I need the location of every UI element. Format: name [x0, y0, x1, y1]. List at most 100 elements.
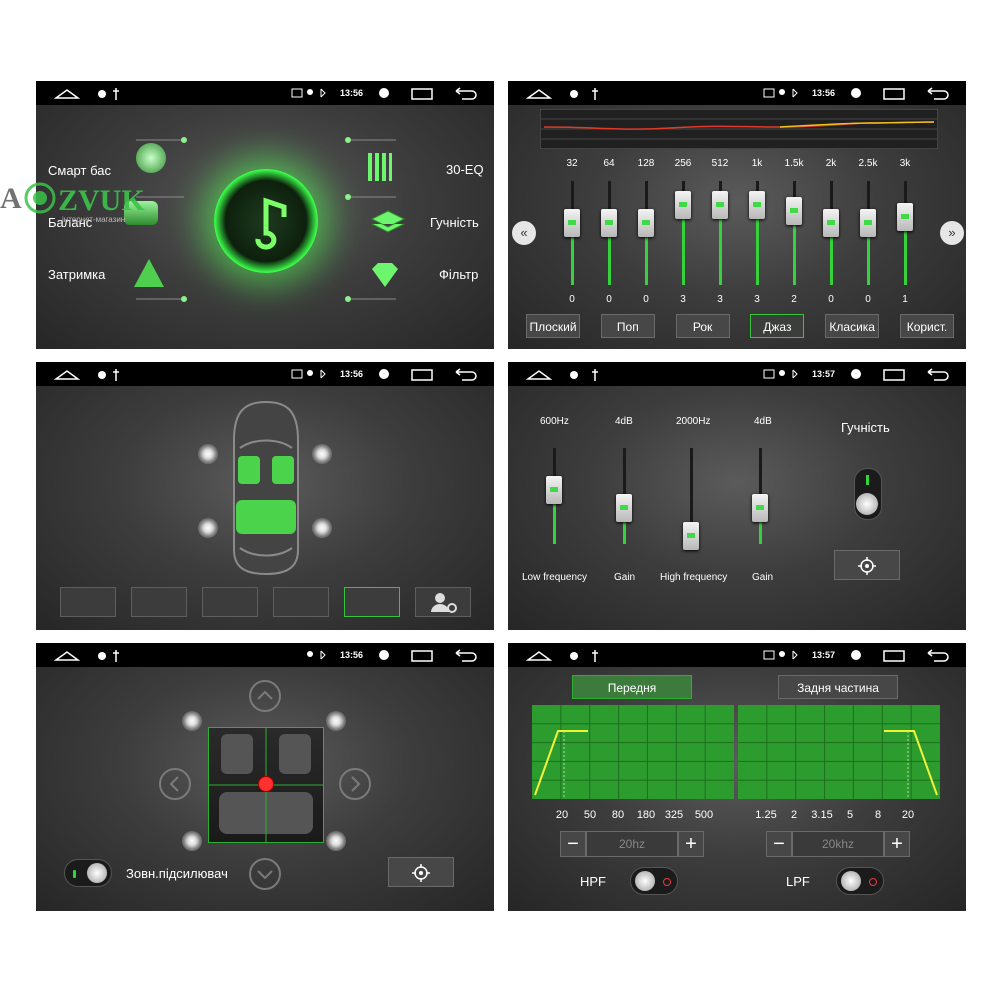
volume-layers-icon[interactable]: [370, 209, 406, 235]
status-bar: 13:56: [508, 81, 966, 105]
lpf-graph[interactable]: [738, 705, 940, 799]
zone-button-rear-left[interactable]: [202, 587, 258, 617]
status-icons: [525, 368, 949, 381]
hpf-plus-button[interactable]: +: [678, 831, 704, 857]
eq-band-slider[interactable]: [786, 197, 802, 225]
eq-band-value: 3: [680, 294, 686, 305]
eq-preset-button[interactable]: Поп: [600, 314, 655, 338]
high-freq-label: High frequency: [660, 572, 728, 583]
volume-title: Гучність: [841, 420, 890, 435]
clock: 13:56: [812, 88, 836, 98]
volume-indicator: [866, 475, 869, 485]
menu-30-eq[interactable]: 30-EQ: [446, 162, 484, 177]
high-gain-slider[interactable]: [752, 494, 768, 522]
eq-band-slider[interactable]: [897, 203, 913, 231]
speaker-rear-left[interactable]: [198, 518, 218, 538]
filter-diamond-icon[interactable]: [368, 261, 402, 289]
eq-band-slider[interactable]: [638, 209, 654, 237]
reset-target-button[interactable]: [834, 550, 900, 580]
toggle-off-indicator: [869, 878, 877, 886]
menu-delay[interactable]: Затримка: [48, 267, 105, 282]
fader-position-dot[interactable]: [258, 776, 274, 792]
speaker-front-right[interactable]: [312, 444, 332, 464]
svg-text:A: A: [0, 182, 22, 215]
eq-preset-button[interactable]: Джаз: [750, 314, 805, 338]
amplifier-label: Зовн.підсилювач: [126, 866, 228, 881]
lpf-minus-button[interactable]: −: [766, 831, 792, 857]
toggle-knob: [635, 871, 655, 891]
volume-knob[interactable]: [854, 468, 882, 520]
eq-bars-icon[interactable]: [368, 153, 392, 181]
status-icons: [525, 649, 949, 662]
speaker-rear-right: [326, 831, 346, 851]
panel-equalizer: 13:56 32 0 64 0 128 0 256 3 512 3 1k 3 1.5k 2 2k 0 2.5k 0…: [508, 81, 966, 349]
svg-text:ZVUK: ZVUK: [58, 184, 145, 217]
eq-preset-button[interactable]: Класика: [825, 314, 880, 338]
tab-rear[interactable]: Задня частина: [778, 675, 898, 699]
eq-band-slider[interactable]: [860, 209, 876, 237]
speaker-front-left: [182, 711, 202, 731]
frequency-tick-label: 20: [555, 809, 569, 821]
tab-front[interactable]: Передня: [572, 675, 692, 699]
hpf-toggle[interactable]: [630, 867, 678, 895]
target-icon: [412, 864, 430, 882]
zone-button-front-right[interactable]: [131, 587, 187, 617]
eq-freq-label: 512: [711, 158, 729, 169]
fader-up-arrow[interactable]: [248, 679, 282, 713]
status-bar: 13:56: [36, 643, 494, 667]
hpf-minus-button[interactable]: −: [560, 831, 586, 857]
eq-freq-label: 2.5k: [858, 158, 878, 169]
status-icons: [525, 87, 949, 100]
clock: 13:57: [812, 650, 836, 660]
eq-band-slider[interactable]: [675, 191, 691, 219]
frequency-tick-label: 180: [636, 809, 656, 821]
clock: 13:57: [812, 369, 836, 379]
lpf-plus-button[interactable]: +: [884, 831, 910, 857]
zone-button-front-left[interactable]: [60, 587, 116, 617]
clock: 13:56: [340, 369, 364, 379]
high-freq-slider[interactable]: [683, 522, 699, 550]
speaker-rear-right[interactable]: [312, 518, 332, 538]
eq-band-value: 0: [865, 294, 871, 305]
high-gain-value: 4dB: [754, 416, 772, 427]
eq-preset-button[interactable]: Плоский: [526, 314, 580, 338]
zone-button-custom[interactable]: [415, 587, 471, 617]
zone-button-all[interactable]: [344, 587, 400, 617]
frequency-tick-label: 50: [583, 809, 597, 821]
eq-band-slider[interactable]: [823, 209, 839, 237]
delay-pyramid-icon[interactable]: [132, 257, 166, 289]
reset-target-button[interactable]: [388, 857, 454, 887]
low-gain-slider[interactable]: [616, 494, 632, 522]
eq-freq-label: 128: [637, 158, 655, 169]
hpf-graph[interactable]: [532, 705, 734, 799]
lpf-toggle[interactable]: [836, 867, 884, 895]
eq-next-arrow[interactable]: »: [940, 221, 964, 245]
music-center-icon[interactable]: [214, 169, 318, 273]
menu-smart-bass[interactable]: Смарт бас: [48, 163, 111, 178]
menu-filter[interactable]: Фільтр: [439, 267, 478, 282]
panel-bass-treble: 13:57 600Hz 4dB 2000Hz 4dB Low frequency…: [508, 362, 966, 630]
eq-preset-button[interactable]: Корист.: [900, 314, 954, 338]
eq-prev-arrow[interactable]: «: [512, 221, 536, 245]
menu-volume[interactable]: Гучність: [430, 215, 479, 230]
balance-right-arrow[interactable]: [338, 767, 372, 801]
eq-band-slider[interactable]: [712, 191, 728, 219]
amplifier-toggle[interactable]: [64, 859, 112, 887]
eq-freq-label: 32: [566, 158, 578, 169]
eq-preset-button[interactable]: Рок: [675, 314, 730, 338]
eq-band-slider[interactable]: [601, 209, 617, 237]
low-freq-slider[interactable]: [546, 476, 562, 504]
clock: 13:56: [340, 650, 364, 660]
eq-band-slider[interactable]: [564, 209, 580, 237]
zone-button-rear-right[interactable]: [273, 587, 329, 617]
speaker-front-left[interactable]: [198, 444, 218, 464]
low-gain-label: Gain: [614, 572, 636, 583]
speaker-front-right: [326, 711, 346, 731]
eq-band-slider[interactable]: [749, 191, 765, 219]
balance-left-arrow[interactable]: [158, 767, 192, 801]
frequency-tick-label: 2: [790, 809, 798, 821]
fader-down-arrow[interactable]: [248, 857, 282, 891]
eq-freq-label: 3k: [899, 158, 911, 169]
status-bar: 13:56: [36, 362, 494, 386]
smart-bass-icon[interactable]: [136, 143, 166, 173]
